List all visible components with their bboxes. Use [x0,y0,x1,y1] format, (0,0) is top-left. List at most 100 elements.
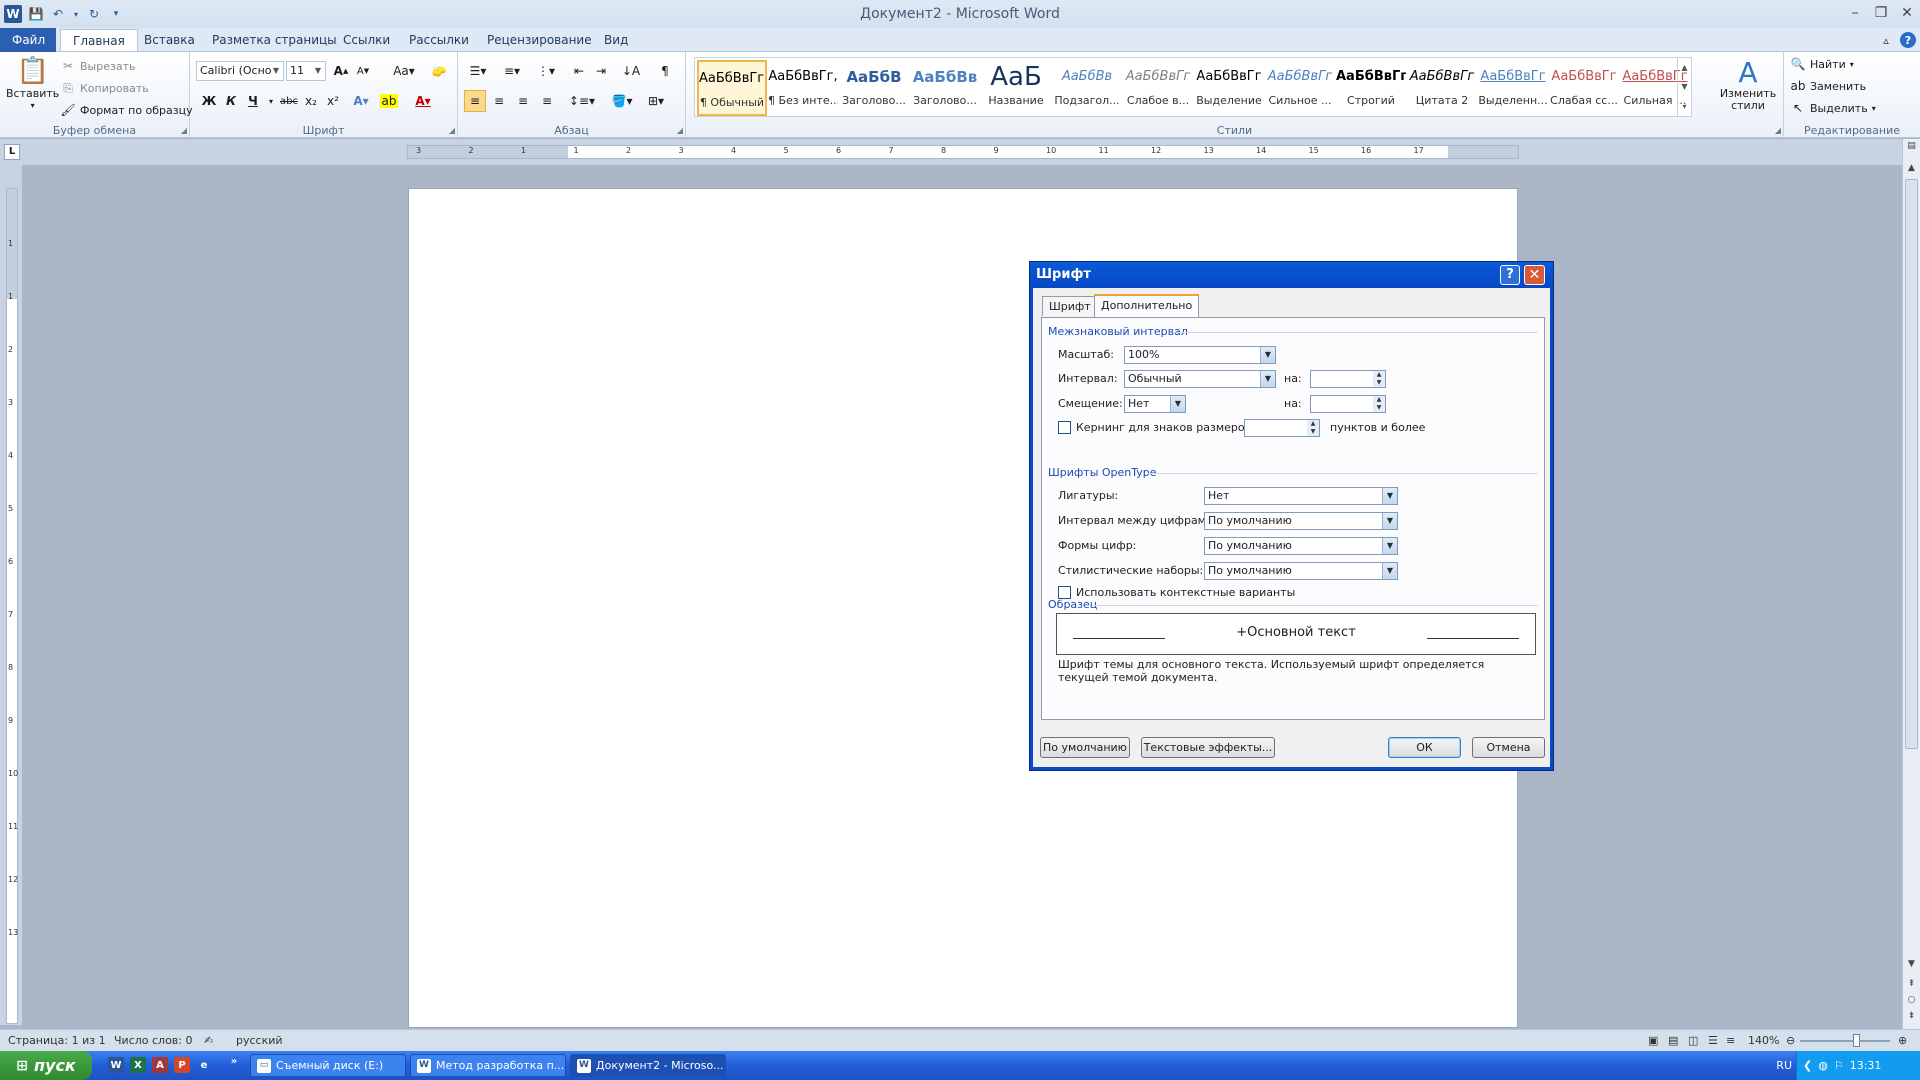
format-painter-button[interactable]: 🖌 Формат по образцу [60,102,192,118]
dialog-launcher-icon[interactable]: ◢ [1775,126,1781,135]
align-left-icon[interactable]: ≡ [464,90,486,112]
access-quicklaunch-icon[interactable]: A [152,1057,168,1073]
multilevel-list-icon[interactable]: ⋮▾ [532,60,560,82]
tab-view[interactable]: Вид [592,29,640,51]
style-item[interactable]: АаБбВвГг Слабая сс... [1549,60,1619,116]
outline-icon[interactable]: ☰ [1708,1034,1718,1047]
start-button[interactable]: ⊞ пуск [0,1051,92,1080]
style-item[interactable]: АаБбВвГг Выделение [1194,60,1264,116]
minimize-button[interactable]: – [1842,0,1868,26]
style-item[interactable]: АаБ Название [981,60,1051,116]
style-item[interactable]: АаБбВвГг, Строгий [1336,60,1406,116]
taskbar-item-doc2[interactable]: W Документ2 - Microso... [570,1054,726,1077]
spin-down-icon[interactable]: ▼ [1307,428,1319,436]
vertical-ruler[interactable]: 1 1 2 3 4 5 6 7 8 9 10 11 12 13 [6,188,18,1024]
language[interactable]: русский [236,1034,283,1047]
tab-file[interactable]: Файл [0,28,56,52]
spin-up-icon[interactable]: ▲ [1307,420,1319,428]
help-icon[interactable]: ? [1500,265,1520,285]
align-right-icon[interactable]: ≡ [512,90,534,112]
scroll-up-icon[interactable]: ▲ [1904,163,1919,178]
number-forms-combo[interactable]: По умолчанию ▼ [1204,537,1398,555]
tab-mailings[interactable]: Рассылки [397,29,481,51]
zoom-out-icon[interactable]: ⊖ [1786,1034,1795,1047]
style-item[interactable]: АаБбВвГг, ¶ Без инте... [768,60,838,116]
find-button[interactable]: 🔍 Найти ▾ [1790,56,1854,72]
vertical-scrollbar[interactable]: ▤ ▲ ▼ ⇞ ○ ⇟ [1902,139,1920,1029]
browse-object-icon[interactable]: ○ [1904,995,1919,1010]
style-item[interactable]: АаБбВвГг Сильное ... [1265,60,1335,116]
clear-formatting-icon[interactable]: 🧽 [428,60,450,82]
increase-indent-icon[interactable]: ⇥ [590,60,612,82]
stylistic-sets-combo[interactable]: По умолчанию ▼ [1204,562,1398,580]
chevron-down-icon[interactable]: ▼ [1681,82,1687,91]
italic-icon[interactable]: К [220,90,242,112]
tab-review[interactable]: Рецензирование [475,29,604,51]
text-effects-button[interactable]: Текстовые эффекты... [1141,737,1275,758]
zoom-level[interactable]: 140% [1748,1034,1779,1047]
select-button[interactable]: ↖ Выделить ▾ [1790,100,1876,116]
gallery-scroll[interactable]: ▲ ▼ ▾ [1677,58,1691,116]
font-size-combo[interactable]: 11 ▼ [286,61,326,81]
line-spacing-icon[interactable]: ↕≡▾ [568,90,596,112]
taskbar-item-doc1[interactable]: W Метод разработка п... [410,1054,566,1077]
spacing-combo[interactable]: Обычный ▼ [1124,370,1276,388]
powerpoint-quicklaunch-icon[interactable]: P [174,1057,190,1073]
font-name-combo[interactable]: Calibri (Осно ▼ [196,61,284,81]
style-item[interactable]: АаБбВвГг Выделенн... [1478,60,1548,116]
dialog-launcher-icon[interactable]: ◢ [677,126,683,135]
undo-icon[interactable]: ↶ [50,6,66,22]
web-layout-icon[interactable]: ◫ [1688,1034,1698,1047]
help-icon[interactable]: ? [1900,32,1916,48]
cancel-button[interactable]: Отмена [1472,737,1545,758]
horizontal-ruler[interactable]: 3 2 1 1 2 3 4 5 6 7 8 9 10 11 12 13 14 15 16 17 [407,145,1519,159]
tab-advanced[interactable]: Дополнительно [1094,294,1200,317]
taskbar-item-drive[interactable]: ▭ Съемный диск (E:) [250,1054,406,1077]
bold-icon[interactable]: Ж [198,90,220,112]
print-layout-icon[interactable]: ▣ [1648,1034,1658,1047]
text-effects-icon[interactable]: A▾ [350,90,372,112]
maximize-button[interactable]: ❐ [1868,0,1894,26]
kerning-spinner[interactable]: ▲ ▼ [1244,419,1320,437]
change-styles-button[interactable]: A Изменить стили [1718,58,1778,112]
tab-selector[interactable]: L [4,144,20,160]
highlight-icon[interactable]: ab [380,94,398,108]
collapse-ribbon-icon[interactable]: ▵ [1878,32,1894,48]
spin-up-icon[interactable]: ▲ [1373,396,1385,404]
borders-icon[interactable]: ⊞▾ [642,90,670,112]
justify-icon[interactable]: ≡ [536,90,558,112]
word-count[interactable]: Число слов: 0 [114,1034,193,1047]
grow-font-icon[interactable]: A ▲ [330,60,352,82]
numbering-icon[interactable]: ≡▾ [498,60,526,82]
subscript-icon[interactable]: x₂ [300,90,322,112]
clock[interactable]: 13:31 [1850,1059,1882,1072]
spin-up-icon[interactable]: ▲ [1373,371,1385,379]
tray-arrow-icon[interactable]: ❮ [1803,1059,1812,1072]
spin-down-icon[interactable]: ▼ [1373,379,1385,387]
dialog-launcher-icon[interactable]: ◢ [181,126,187,135]
tab-insert[interactable]: Вставка [132,29,207,51]
save-icon[interactable]: 💾 [28,6,44,22]
shading-icon[interactable]: 🪣▾ [608,90,636,112]
tab-font[interactable]: Шрифт [1042,296,1098,316]
spellcheck-icon[interactable]: ✍ [204,1034,213,1047]
ie-quicklaunch-icon[interactable]: e [196,1057,212,1073]
sort-icon[interactable]: ↓A [620,60,642,82]
expand-quicklaunch-icon[interactable]: » [226,1053,242,1069]
superscript-icon[interactable]: x² [322,90,344,112]
style-item[interactable]: АаБбВвГг Слабое в... [1123,60,1193,116]
style-item[interactable]: АаБбВвГг, ¶ Обычный [697,60,767,116]
set-default-button[interactable]: По умолчанию [1040,737,1130,758]
position-combo[interactable]: Нет ▼ [1124,395,1186,413]
copy-button[interactable]: ⎘ Копировать [60,80,149,96]
style-item[interactable]: АаБбВв Подзагол... [1052,60,1122,116]
ok-button[interactable]: ОК [1388,737,1461,758]
bullets-icon[interactable]: ☰▾ [464,60,492,82]
style-item[interactable]: АаБбВвГг Цитата 2 [1407,60,1477,116]
word-logo-icon[interactable]: W [4,5,22,23]
ruler-toggle-icon[interactable]: ▤ [1904,141,1919,156]
chevron-up-icon[interactable]: ▲ [1681,63,1687,72]
number-spacing-combo[interactable]: По умолчанию ▼ [1204,512,1398,530]
more-icon[interactable]: ▾ [1682,102,1686,111]
excel-quicklaunch-icon[interactable]: X [130,1057,146,1073]
